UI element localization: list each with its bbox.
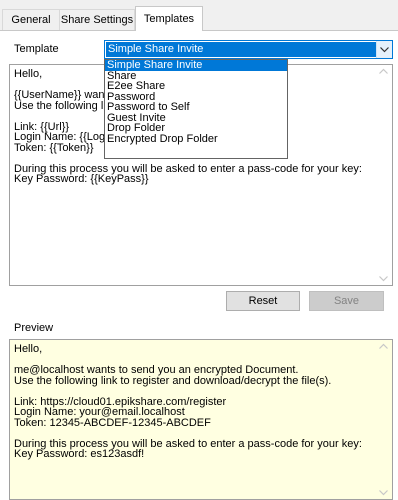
scroll-up-icon[interactable] <box>379 68 388 74</box>
combo-dropdown-button[interactable] <box>376 41 392 58</box>
preview-scrollbar[interactable] <box>375 340 392 499</box>
dropdown-option[interactable]: Drop Folder <box>105 123 287 134</box>
scroll-down-icon[interactable] <box>379 490 388 496</box>
chevron-down-icon <box>380 46 389 52</box>
scroll-up-icon[interactable] <box>379 343 388 349</box>
save-button[interactable]: Save <box>309 291 384 311</box>
reset-button[interactable]: Reset <box>226 291 300 311</box>
dropdown-option[interactable]: E2ee Share <box>105 81 287 92</box>
tab-share-settings[interactable]: Share Settings <box>59 9 135 30</box>
preview-label: Preview <box>14 322 54 334</box>
preview-box[interactable]: Hello, me@localhost wants to send you an… <box>9 339 393 500</box>
editor-scrollbar[interactable] <box>375 65 392 285</box>
template-combobox[interactable]: Simple Share Invite <box>104 40 393 59</box>
tab-templates[interactable]: Templates <box>135 6 203 31</box>
dropdown-option[interactable]: Password to Self <box>105 102 287 113</box>
preview-text: Hello, me@localhost wants to send you an… <box>14 343 362 460</box>
template-dropdown-list: Simple Share Invite Share E2ee Share Pas… <box>104 59 288 159</box>
tab-general[interactable]: General <box>2 9 60 30</box>
tab-strip: General Share Settings Templates <box>0 0 398 31</box>
template-label: Template <box>14 43 59 55</box>
scroll-down-icon[interactable] <box>379 276 388 282</box>
dropdown-option[interactable]: Encrypted Drop Folder <box>105 133 287 145</box>
dropdown-option[interactable]: Simple Share Invite <box>105 60 287 71</box>
template-selected-value: Simple Share Invite <box>106 42 377 57</box>
